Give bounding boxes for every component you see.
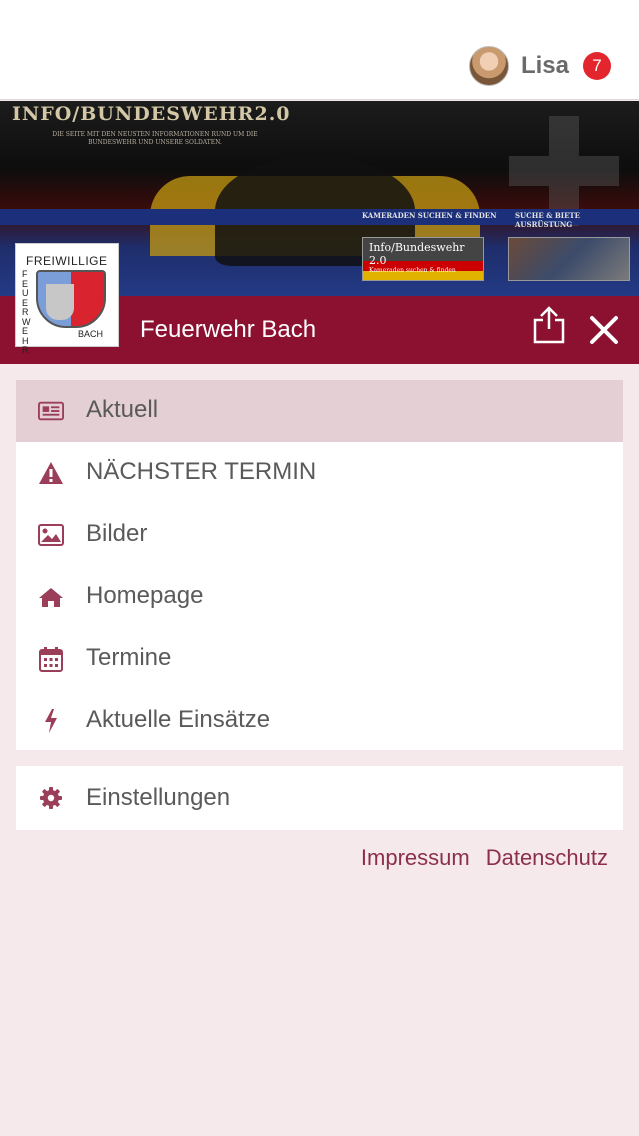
navigation-menu: Aktuell NÄCHSTER TERMIN Bilder Homepage … (16, 380, 623, 750)
home-icon (38, 585, 64, 609)
warning-icon (38, 461, 64, 485)
menu-item-label: NÄCHSTER TERMIN (86, 458, 317, 485)
menu-item-bilder[interactable]: Bilder (16, 504, 623, 566)
club-title: Feuerwehr Bach (140, 316, 317, 343)
menu-item-label: Aktuelle Einsätze (86, 706, 271, 733)
club-logo: FREIWILLIGE FEUERWEHR BACH (15, 243, 119, 355)
footer-links: Impressum Datenschutz (361, 845, 608, 871)
close-icon[interactable] (588, 314, 620, 346)
banner-link-ausruestung: SUCHE & BIETE AUSRÜSTUNG (515, 211, 580, 229)
datenschutz-link[interactable]: Datenschutz (486, 845, 608, 871)
menu-item-label: Aktuell (86, 396, 159, 423)
banner-subtitle: DIE SEITE MIT DEN NEUSTEN INFORMATIONEN … (52, 131, 258, 146)
menu-item-einstellungen[interactable]: Einstellungen (16, 766, 623, 830)
user-name[interactable]: Lisa (521, 52, 569, 80)
banner-thumbnail-info: Info/Bundeswehr 2.0 Kameraden suchen & f… (362, 237, 484, 281)
menu-item-homepage[interactable]: Homepage (16, 566, 623, 628)
banner-thumbnail-equipment (508, 237, 630, 281)
banner-title: INFO/BUNDESWEHR2.0 (12, 103, 291, 125)
banner-link-kameraden: KAMERADEN SUCHEN & FINDEN (362, 211, 497, 220)
banner-thumbnail-title: Info/Bundeswehr 2.0 (369, 241, 465, 267)
notification-badge[interactable]: 7 (583, 52, 611, 80)
calendar-icon (38, 647, 64, 672)
logo-text-side: FEUERWEHR (22, 269, 31, 355)
settings-label: Einstellungen (86, 784, 231, 811)
menu-item-naechster-termin[interactable]: NÄCHSTER TERMIN (16, 442, 623, 504)
menu-item-label: Bilder (86, 520, 148, 547)
fire-department-shield-icon (36, 270, 106, 328)
logo-text-bottom: BACH (78, 329, 104, 339)
menu-item-aktuell[interactable]: Aktuell (16, 380, 623, 442)
image-icon (38, 523, 64, 547)
share-icon[interactable] (532, 306, 566, 344)
lightning-icon (38, 709, 64, 733)
menu-item-termine[interactable]: Termine (16, 628, 623, 690)
logo-text-top: FREIWILLIGE (26, 254, 108, 268)
menu-item-aktuelle-einsaetze[interactable]: Aktuelle Einsätze (16, 690, 623, 752)
newspaper-icon (38, 399, 64, 423)
banner-thumbnail-subtitle: Kameraden suchen & finden (369, 267, 456, 274)
top-bar: Lisa 7 (0, 0, 639, 100)
menu-item-label: Termine (86, 644, 172, 671)
user-avatar[interactable] (468, 46, 509, 86)
user-profile[interactable]: Lisa 7 (468, 44, 611, 88)
impressum-link[interactable]: Impressum (361, 845, 470, 871)
gear-icon (38, 786, 64, 810)
menu-item-label: Homepage (86, 582, 204, 609)
